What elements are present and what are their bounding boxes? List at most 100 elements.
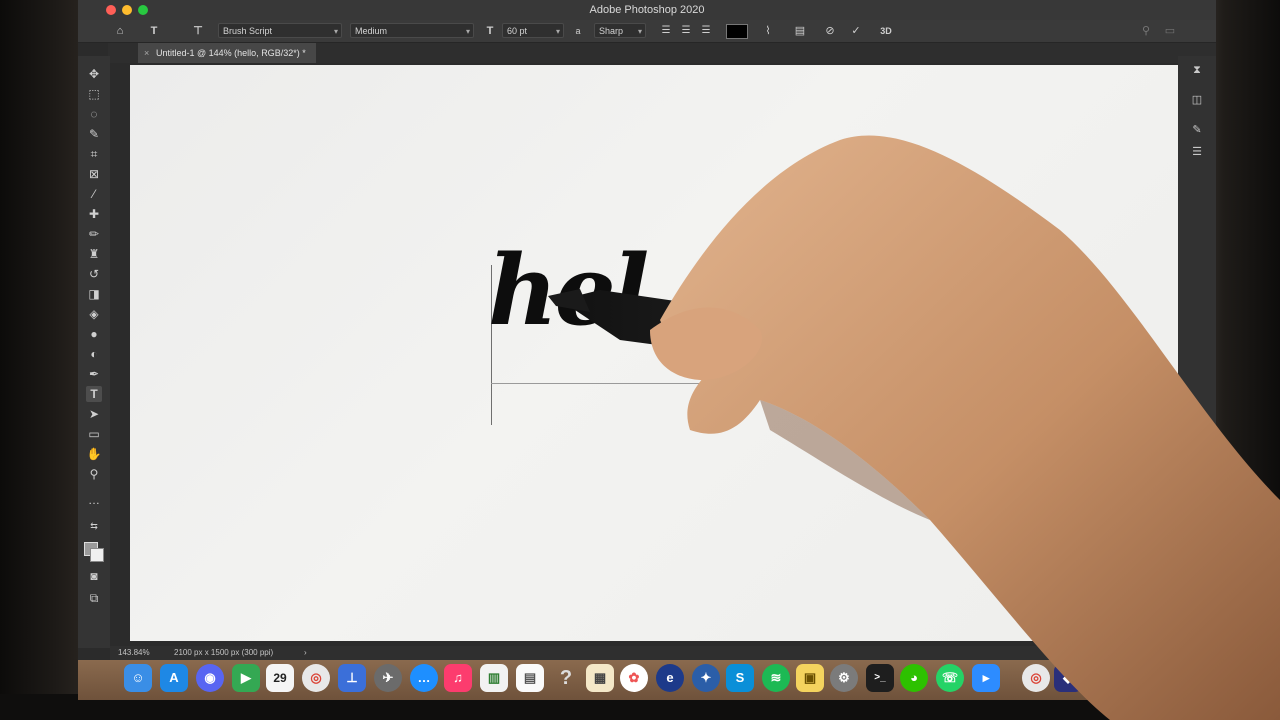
zoom-tool-icon[interactable]: ⚲ [86, 466, 102, 482]
align-center-icon[interactable]: ☰ [678, 23, 694, 39]
tools-panel: ✥ ⬚ ◌ ✎ ⌗ ⊠ ⁄ ✚ ✏ ♜ ↺ ◨ ◈ ● ◐ ✒ T ➤ ▭ ✋ … [78, 56, 110, 648]
align-left-icon[interactable]: ☰ [658, 23, 674, 39]
eraser-tool-icon[interactable]: ◨ [86, 286, 102, 302]
keynote-icon[interactable]: ⊥ [338, 664, 366, 692]
three-d-button[interactable]: 3D [878, 23, 894, 39]
document-info: 2100 px x 1500 px (300 ppi) [174, 648, 274, 657]
wechat-icon[interactable]: ◕ [900, 664, 928, 692]
messages-icon[interactable]: … [410, 664, 438, 692]
facetime-icon[interactable]: ▶ [232, 664, 260, 692]
healing-brush-tool-icon[interactable]: ✚ [86, 206, 102, 222]
photos-icon[interactable]: ✿ [620, 664, 648, 692]
quick-selection-tool-icon[interactable]: ✎ [86, 126, 102, 142]
status-menu-arrow[interactable]: › [304, 646, 307, 660]
move-tool-icon[interactable]: ✥ [86, 66, 102, 82]
blur-tool-icon[interactable]: ● [86, 326, 102, 342]
marquee-tool-icon[interactable]: ⬚ [86, 86, 102, 102]
app-store-icon[interactable]: A [160, 664, 188, 692]
check-icon[interactable]: ✓ [848, 23, 864, 39]
home-icon[interactable]: ⌂ [112, 23, 128, 39]
adjustments-icon[interactable]: ☰ [1189, 144, 1205, 160]
chrome-running-icon[interactable]: ◎ [1022, 664, 1050, 692]
system-preferences-icon[interactable]: ⚙ [830, 664, 858, 692]
brush-tool-icon[interactable]: ✏ [86, 226, 102, 242]
text-orientation-icon[interactable]: ⊤ [190, 23, 206, 39]
device-bezel-left [0, 0, 78, 720]
screen-mode-icon[interactable]: ⧉ [86, 590, 102, 606]
zoom-level[interactable]: 143.84% [118, 646, 150, 660]
font-style-value: Medium [355, 26, 388, 36]
help-glyph: ? [559, 667, 573, 689]
terminal-icon[interactable]: >_ [866, 664, 894, 692]
cancel-icon[interactable]: ⊘ [822, 23, 838, 39]
character-panel-icon[interactable]: ▤ [792, 23, 808, 39]
brush-settings-icon[interactable]: ✎ [1189, 122, 1205, 138]
discord-icon[interactable]: ◉ [196, 664, 224, 692]
search-icon[interactable]: ⚲ [1138, 23, 1154, 39]
workspace-icon[interactable]: ▭ [1162, 23, 1178, 39]
clone-stamp-tool-icon[interactable]: ♜ [86, 246, 102, 262]
app-running-icon[interactable]: ◆ [1054, 664, 1082, 692]
warp-text-icon[interactable]: ⌇ [760, 23, 776, 39]
chrome-icon[interactable]: ◎ [302, 664, 330, 692]
zoom-app-icon[interactable]: ▸ [972, 664, 1000, 692]
document-canvas[interactable]: hel [130, 65, 1178, 641]
type-tool-preset-icon[interactable]: T [146, 23, 162, 39]
layers-panel-icon[interactable]: ◫ [1189, 92, 1205, 108]
status-bar: 143.84% 2100 px x 1500 px (300 ppi) › [110, 646, 1178, 660]
eyedropper-tool-icon[interactable]: ⁄ [86, 186, 102, 202]
dodge-tool-icon[interactable]: ◐ [86, 346, 102, 362]
text-layer[interactable]: hel [488, 243, 649, 339]
help-icon[interactable]: ? [552, 664, 580, 692]
frame-tool-icon[interactable]: ⊠ [86, 166, 102, 182]
notes-icon[interactable]: ▤ [516, 664, 544, 692]
window-title: Adobe Photoshop 2020 [589, 4, 705, 16]
preview-icon[interactable]: ▦ [586, 664, 614, 692]
antialias-select[interactable]: Sharp ▾ [594, 23, 646, 38]
align-right-icon[interactable]: ☰ [698, 23, 714, 39]
lasso-tool-icon[interactable]: ◌ [86, 106, 102, 122]
calendar-date: 29 [273, 671, 287, 685]
swap-colors-icon[interactable]: ⇆ [86, 518, 102, 534]
chevron-down-icon: ▾ [555, 27, 560, 36]
three-d-label: 3D [880, 26, 892, 36]
rectangle-tool-icon[interactable]: ▭ [86, 426, 102, 442]
chevron-down-icon: ▾ [637, 27, 642, 36]
font-family-select[interactable]: Brush Script ▾ [218, 23, 342, 38]
chevron-down-icon: ▾ [465, 27, 470, 36]
pen-tool-icon[interactable]: ✒ [86, 366, 102, 382]
type-tool-icon[interactable]: T [86, 386, 102, 402]
crop-tool-icon[interactable]: ⌗ [86, 146, 102, 162]
text-baseline [491, 383, 721, 384]
close-icon[interactable]: × [144, 43, 149, 63]
numbers-icon[interactable]: ▥ [480, 664, 508, 692]
quick-mask-icon[interactable]: ◙ [86, 568, 102, 584]
chevron-down-icon: ▾ [333, 27, 338, 36]
music-icon[interactable]: ♫ [444, 664, 472, 692]
stickies-icon[interactable]: ▣ [796, 664, 824, 692]
finder-icon[interactable]: ☺ [124, 664, 152, 692]
font-size-select[interactable]: 60 pt ▾ [502, 23, 564, 38]
path-selection-tool-icon[interactable]: ➤ [86, 406, 102, 422]
whatsapp-icon[interactable]: ☏ [936, 664, 964, 692]
antialias-glyph: a [575, 26, 581, 36]
calendar-icon[interactable]: 29 [266, 664, 294, 692]
paint-bucket-tool-icon[interactable]: ◈ [86, 306, 102, 322]
more-tools-icon[interactable]: … [86, 492, 102, 508]
font-style-select[interactable]: Medium ▾ [350, 23, 474, 38]
document-tab-row: × Untitled-1 @ 144% (hello, RGB/32*) * [108, 43, 1216, 63]
history-brush-tool-icon[interactable]: ↺ [86, 266, 102, 282]
launchpad-icon[interactable]: ✈ [374, 664, 402, 692]
background-color-swatch[interactable] [90, 548, 104, 562]
font-family-value: Brush Script [223, 26, 273, 36]
spotify-icon[interactable]: ≋ [762, 664, 790, 692]
document-tab-label: Untitled-1 @ 144% (hello, RGB/32*) * [156, 48, 306, 58]
skype-icon[interactable]: S [726, 664, 754, 692]
history-panel-icon[interactable]: ⧗ [1189, 62, 1205, 78]
text-color-swatch[interactable] [726, 24, 748, 39]
title-bar: Adobe Photoshop 2020 [78, 0, 1216, 21]
document-tab[interactable]: × Untitled-1 @ 144% (hello, RGB/32*) * [138, 43, 316, 63]
safari-icon[interactable]: ✦ [692, 664, 720, 692]
edge-icon[interactable]: e [656, 664, 684, 692]
hand-tool-icon[interactable]: ✋ [86, 446, 102, 462]
